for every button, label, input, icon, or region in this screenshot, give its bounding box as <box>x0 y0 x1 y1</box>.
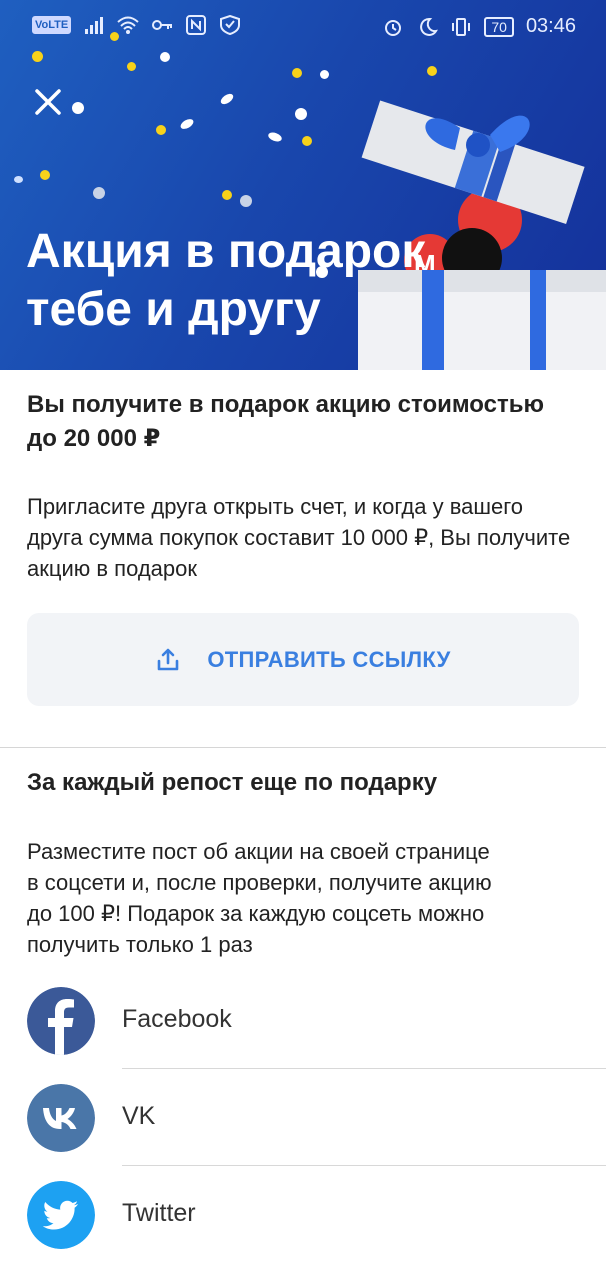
confetti-decoration <box>32 51 43 62</box>
repost-text-line3: до 100 ₽! Подарок за каждую соцсеть можн… <box>27 901 485 926</box>
confetti-decoration <box>14 176 23 183</box>
facebook-icon <box>27 987 95 1055</box>
section-divider <box>0 747 606 748</box>
confetti-decoration <box>320 70 329 79</box>
confetti-decoration <box>295 108 307 120</box>
confetti-decoration <box>127 62 136 71</box>
key-icon <box>152 20 173 30</box>
nfc-icon <box>186 15 207 35</box>
social-item-vk[interactable]: VK <box>0 1084 606 1181</box>
hero-title-line1: Акция в подарок <box>26 225 426 278</box>
send-link-label: ОТПРАВИТЬ ССЫЛКУ <box>207 646 451 672</box>
confetti-decoration <box>292 68 302 78</box>
repost-description: Разместите пост об акции на своей страни… <box>27 836 579 960</box>
social-label-facebook: Facebook <box>122 1005 232 1033</box>
social-label-vk: VK <box>122 1102 156 1130</box>
send-link-button[interactable]: ОТПРАВИТЬ ССЫЛКУ <box>27 613 579 706</box>
volte-icon: VoLTE <box>32 16 72 34</box>
repost-heading: За каждый репост еще по подарку <box>27 769 438 796</box>
repost-text-line1: Разместите пост об акции на своей страни… <box>27 839 490 864</box>
twitter-icon <box>27 1181 95 1249</box>
social-label-twitter: Twitter <box>122 1199 196 1227</box>
confetti-decoration <box>222 190 232 200</box>
confetti-decoration <box>178 117 196 131</box>
social-item-twitter[interactable]: Twitter <box>0 1181 606 1278</box>
shield-icon <box>220 15 241 35</box>
status-bar: VoLTE 70 03:46 <box>0 0 606 52</box>
wifi-icon <box>117 16 139 34</box>
close-icon <box>35 89 61 115</box>
close-button[interactable] <box>28 82 68 122</box>
repost-section: За каждый репост еще по подарку <box>27 766 579 800</box>
list-divider <box>122 1165 606 1166</box>
confetti-decoration <box>156 125 166 135</box>
confetti-decoration <box>427 66 437 76</box>
confetti-decoration <box>218 91 236 107</box>
alarm-icon <box>385 19 402 36</box>
hero-title-line2: тебе и другу <box>26 283 321 336</box>
repost-text-line4: получить только 1 раз <box>27 932 253 957</box>
invite-description: Пригласите друга открыть счет, и когда у… <box>27 494 571 581</box>
confetti-decoration <box>267 130 283 144</box>
list-divider <box>122 1068 606 1069</box>
invite-heading: Вы получите в подарок акцию стоимостью д… <box>27 391 544 452</box>
invite-description-wrap: Пригласите друга открыть счет, и когда у… <box>27 491 579 584</box>
battery-icon: 70 <box>484 16 514 37</box>
signal-icon <box>85 17 104 34</box>
confetti-decoration <box>160 52 170 62</box>
confetti-decoration <box>40 170 50 180</box>
vibrate-icon <box>452 17 471 36</box>
status-time: 03:46 <box>525 15 576 37</box>
share-icon <box>158 648 179 670</box>
vk-icon <box>27 1084 95 1152</box>
confetti-decoration <box>93 187 105 199</box>
repost-text-line2: в соцсети и, после проверки, получите ак… <box>27 870 492 895</box>
hero-title: Акция в подарок тебе и другу <box>26 223 586 339</box>
hero-banner: M VoLTE 70 03:46 Акция в подарок тебе и … <box>0 0 606 370</box>
invite-section: Вы получите в подарок акцию стоимостью д… <box>27 388 579 456</box>
confetti-decoration <box>72 102 84 114</box>
confetti-decoration <box>240 195 252 207</box>
social-item-facebook[interactable]: Facebook <box>0 987 606 1084</box>
confetti-decoration <box>302 136 312 146</box>
moon-icon <box>420 17 439 36</box>
